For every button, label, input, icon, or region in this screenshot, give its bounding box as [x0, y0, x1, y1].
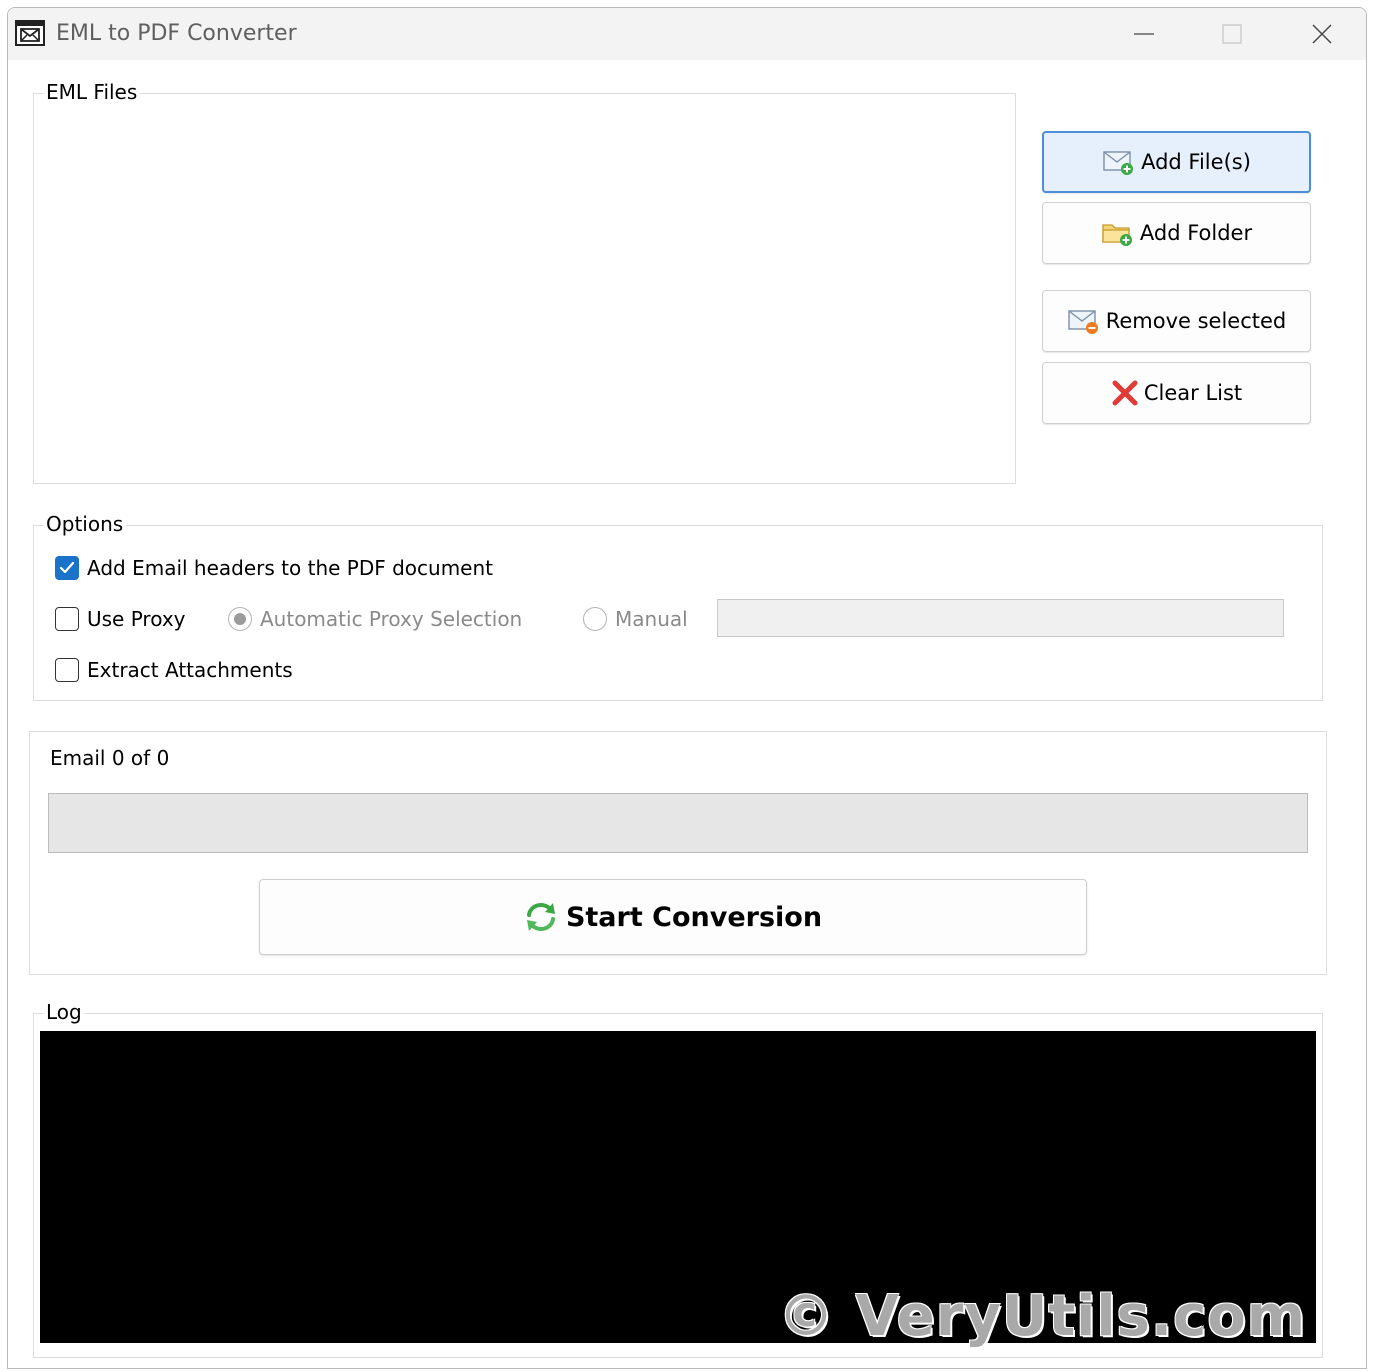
maximize-icon [1222, 24, 1242, 44]
maximize-button[interactable] [1188, 8, 1276, 60]
folder-add-icon [1102, 224, 1132, 246]
add-files-button[interactable]: Add File(s) [1042, 131, 1311, 193]
automatic-proxy-label: Automatic Proxy Selection [260, 607, 523, 631]
automatic-proxy-option[interactable]: Automatic Proxy Selection [228, 607, 522, 631]
log-legend: Log [43, 999, 85, 1025]
title-bar[interactable]: EML to PDF Converter [8, 8, 1366, 60]
extract-attachments-option[interactable]: Extract Attachments [55, 658, 293, 682]
add-headers-checkbox[interactable] [55, 556, 79, 580]
checkmark-icon [59, 561, 75, 574]
minimize-button[interactable] [1100, 8, 1188, 60]
eml-files-list[interactable]: EML Files [33, 79, 1016, 484]
close-button[interactable] [1278, 8, 1366, 60]
options-legend: Options [43, 511, 127, 537]
remove-selected-button[interactable]: Remove selected [1042, 290, 1311, 352]
remove-selected-label: Remove selected [1105, 309, 1287, 333]
clear-list-button[interactable]: Clear List [1042, 362, 1311, 424]
window-title: EML to PDF Converter [56, 21, 297, 46]
use-proxy-label: Use Proxy [87, 607, 186, 631]
start-conversion-label: Start Conversion [565, 901, 823, 933]
clear-list-label: Clear List [1143, 381, 1243, 405]
progress-bar [48, 793, 1308, 853]
envelope-remove-icon [1068, 310, 1098, 334]
extract-attachments-checkbox[interactable] [55, 658, 79, 682]
watermark-text: © VeryUtils.com [778, 1284, 1307, 1349]
manual-proxy-label: Manual [615, 607, 688, 631]
envelope-add-icon [1103, 151, 1134, 175]
start-conversion-button[interactable]: Start Conversion [259, 879, 1087, 955]
add-folder-button[interactable]: Add Folder [1042, 202, 1311, 264]
manual-proxy-option[interactable]: Manual [583, 607, 688, 631]
app-window: EML to PDF Converter EML Files Add File(… [7, 7, 1367, 1369]
add-files-label: Add File(s) [1141, 150, 1251, 174]
use-proxy-checkbox[interactable] [55, 607, 79, 631]
add-headers-label: Add Email headers to the PDF document [87, 556, 494, 580]
automatic-proxy-radio[interactable] [228, 607, 252, 631]
red-x-icon [1112, 380, 1138, 406]
add-folder-label: Add Folder [1139, 221, 1253, 245]
eml-files-legend: EML Files [43, 79, 141, 105]
add-headers-option[interactable]: Add Email headers to the PDF document [55, 556, 493, 580]
refresh-arrows-icon [526, 903, 555, 931]
manual-proxy-radio[interactable] [583, 607, 607, 631]
use-proxy-option[interactable]: Use Proxy [55, 607, 186, 631]
minimize-icon [1134, 33, 1154, 35]
proxy-address-input[interactable] [717, 599, 1284, 637]
progress-label: Email 0 of 0 [50, 746, 170, 770]
email-window-icon [15, 20, 45, 46]
extract-attachments-label: Extract Attachments [87, 658, 293, 682]
close-icon [1312, 24, 1332, 44]
